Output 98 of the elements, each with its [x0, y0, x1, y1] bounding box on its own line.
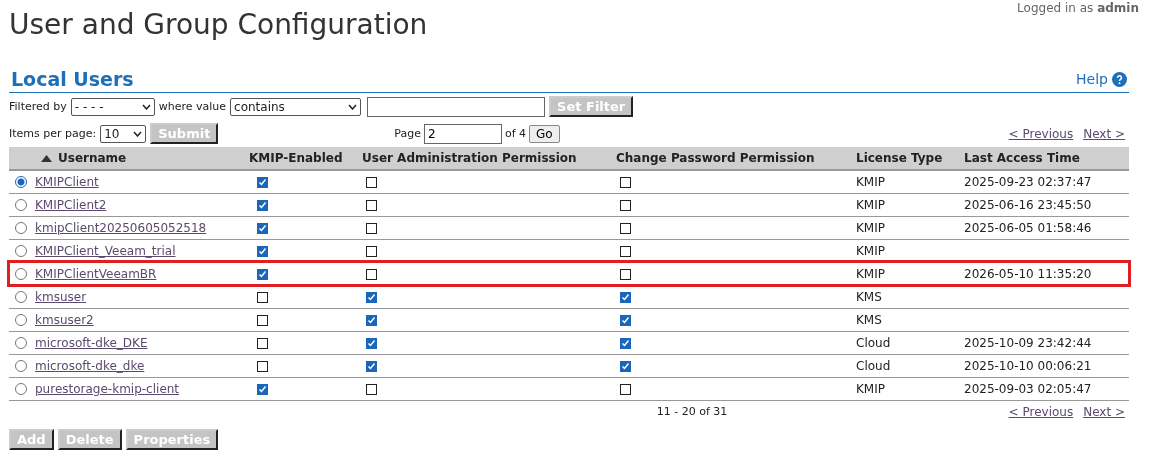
section-title: Local Users	[11, 68, 134, 90]
checkbox[interactable]	[366, 268, 377, 280]
last-access-time: 2025-10-09 23:42:44	[964, 335, 1092, 350]
username-link[interactable]: kmsuser2	[35, 312, 94, 327]
checkbox[interactable]	[257, 268, 268, 280]
checkbox[interactable]	[366, 314, 377, 326]
checkbox[interactable]	[257, 245, 268, 257]
username-link[interactable]: kmsuser	[35, 289, 87, 304]
previous-link[interactable]: < Previous	[1008, 126, 1074, 141]
radio-button[interactable]	[15, 199, 27, 211]
checkbox[interactable]	[620, 245, 631, 257]
checkbox[interactable]	[257, 383, 268, 395]
license-type: KMIP	[856, 381, 885, 396]
previous-link[interactable]: < Previous	[1008, 404, 1074, 419]
checkbox[interactable]	[257, 199, 268, 211]
column-header: User Administration Permission	[358, 147, 612, 170]
caret-icon	[133, 130, 143, 137]
checkbox[interactable]	[366, 176, 377, 188]
checkbox[interactable]	[620, 176, 631, 188]
checkbox[interactable]	[366, 245, 377, 257]
column-header: License Type	[852, 147, 960, 170]
checkbox[interactable]	[620, 199, 631, 211]
license-type: KMS	[856, 289, 882, 304]
license-type: Cloud	[856, 358, 891, 373]
column-header: KMIP-Enabled	[245, 147, 358, 170]
next-link[interactable]: Next >	[1083, 126, 1125, 141]
filter-label: Filtered by	[9, 100, 67, 113]
license-type: KMIP	[856, 220, 885, 235]
radio-button[interactable]	[15, 360, 27, 372]
username-link[interactable]: microsoft-dke_DKE	[35, 335, 148, 350]
last-access-time: 2025-09-23 02:37:47	[964, 174, 1092, 189]
last-access-time: 2025-06-05 01:58:46	[964, 220, 1092, 235]
help-icon	[1112, 71, 1127, 87]
checkbox[interactable]	[620, 222, 631, 234]
last-access-time: 2025-09-03 02:05:47	[964, 381, 1092, 396]
checkbox[interactable]	[366, 199, 377, 211]
operator-dropdown[interactable]: contains	[230, 97, 362, 116]
checkbox[interactable]	[620, 383, 631, 395]
radio-button[interactable]	[15, 222, 27, 234]
page-count: of 4	[504, 127, 527, 140]
checkbox[interactable]	[366, 337, 377, 349]
checkbox[interactable]	[257, 291, 268, 303]
checkbox[interactable]	[620, 360, 631, 372]
checkbox[interactable]	[366, 360, 377, 372]
result-range: 11 - 20 of 31	[656, 405, 728, 418]
checkbox[interactable]	[257, 222, 268, 234]
last-access-time: 2025-06-16 23:45:50	[964, 197, 1092, 212]
field-dropdown[interactable]: - - - -	[70, 97, 155, 116]
sort-ascending-icon	[41, 155, 52, 162]
checkbox[interactable]	[257, 337, 268, 349]
items-per-page-label: Items per page:	[9, 127, 97, 140]
last-access-time: 2025-10-10 00:06:21	[964, 358, 1092, 373]
page-field[interactable]: 2	[423, 123, 502, 144]
caret-icon	[348, 103, 358, 110]
column-header: Last Access Time	[960, 147, 1129, 170]
checkbox[interactable]	[257, 176, 268, 188]
checkbox[interactable]	[257, 360, 268, 372]
username-link[interactable]: microsoft-dke_dke	[35, 358, 145, 373]
license-type: Cloud	[856, 335, 891, 350]
license-type: KMIP	[856, 266, 885, 281]
checkbox[interactable]	[620, 268, 631, 280]
go-button[interactable]: Go	[529, 124, 560, 143]
checkbox[interactable]	[620, 291, 631, 303]
username-link[interactable]: purestorage-kmip-client	[35, 381, 180, 396]
license-type: KMIP	[856, 174, 885, 189]
radio-button[interactable]	[15, 176, 27, 189]
column-header[interactable]: Username	[31, 147, 245, 170]
username-link[interactable]: KMIPClient	[35, 174, 99, 189]
filter-value-field[interactable]	[367, 96, 546, 117]
license-type: KMIP	[856, 197, 885, 212]
license-type: KMIP	[856, 243, 885, 258]
last-access-time: 2026-05-10 11:35:20	[964, 266, 1092, 281]
column-header: Change Password Permission	[612, 147, 852, 170]
checkbox[interactable]	[366, 383, 377, 395]
login-status: Logged in as admin	[1017, 1, 1139, 15]
radio-button[interactable]	[15, 337, 27, 349]
radio-button[interactable]	[15, 268, 27, 280]
checkbox[interactable]	[620, 337, 631, 349]
username-link[interactable]: KMIPClient2	[35, 197, 107, 212]
username-link[interactable]: KMIPClientVeeamBR	[35, 266, 157, 281]
checkbox[interactable]	[366, 222, 377, 234]
next-link[interactable]: Next >	[1083, 404, 1125, 419]
help-link[interactable]: Help	[1076, 71, 1127, 87]
checkbox[interactable]	[257, 314, 268, 326]
license-type: KMS	[856, 312, 882, 327]
checkbox[interactable]	[620, 314, 631, 326]
radio-button[interactable]	[15, 291, 27, 303]
username-link[interactable]: kmipClient20250605052518	[35, 220, 207, 235]
radio-button[interactable]	[15, 245, 27, 257]
radio-button[interactable]	[15, 383, 27, 395]
where-label: where value	[158, 100, 227, 113]
checkbox[interactable]	[366, 291, 377, 303]
username-link[interactable]: KMIPClient_Veeam_trial	[35, 243, 176, 258]
radio-button[interactable]	[15, 314, 27, 326]
caret-icon	[141, 103, 151, 110]
items-per-page-dropdown[interactable]: 10	[100, 124, 147, 143]
page-title: User and Group Configuration	[9, 8, 428, 41]
page-label: Page	[394, 127, 421, 140]
